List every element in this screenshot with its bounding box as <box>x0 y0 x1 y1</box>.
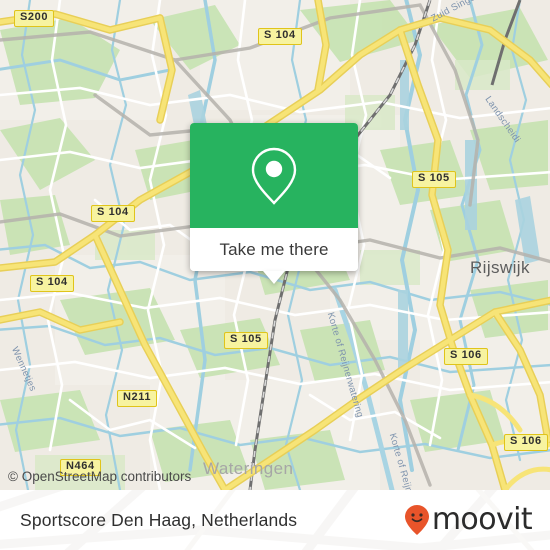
footer-bar: Sportscore Den Haag, Netherlands moovit <box>0 490 550 550</box>
moovit-logo[interactable]: moovit <box>404 502 533 537</box>
location-popup-card[interactable]: Take me there <box>190 123 358 284</box>
map-pin-icon <box>251 147 297 205</box>
page-title: Sportscore Den Haag, Netherlands <box>20 509 298 530</box>
moovit-map-screenshot: S200 S 104 S 105 S 104 S 104 S 105 S 106… <box>0 0 550 550</box>
popup-icon-area <box>190 123 358 228</box>
map-viewport[interactable]: S200 S 104 S 105 S 104 S 104 S 105 S 106… <box>0 0 550 490</box>
road-shield: S200 <box>14 10 55 27</box>
road-shield: S 105 <box>412 171 456 188</box>
place-label-rijswijk: Rijswijk <box>470 258 530 277</box>
road-shield: N211 <box>117 390 158 407</box>
moovit-wordmark: moovit <box>431 502 533 537</box>
moovit-smiley-pin-icon <box>404 505 429 535</box>
place-label-wateringen: Wateringen <box>203 459 294 478</box>
road-shield: S 104 <box>258 28 302 45</box>
popup-action-area[interactable]: Take me there <box>190 228 358 271</box>
take-me-there-label: Take me there <box>219 239 329 259</box>
osm-attribution[interactable]: © OpenStreetMap contributors <box>8 469 191 484</box>
road-shield: S 105 <box>224 332 268 349</box>
road-shield: S 104 <box>91 205 135 222</box>
road-shield: S 106 <box>504 434 548 451</box>
road-shield: S 104 <box>30 275 74 292</box>
popup-tail <box>263 271 285 284</box>
road-shield: S 106 <box>444 348 488 365</box>
